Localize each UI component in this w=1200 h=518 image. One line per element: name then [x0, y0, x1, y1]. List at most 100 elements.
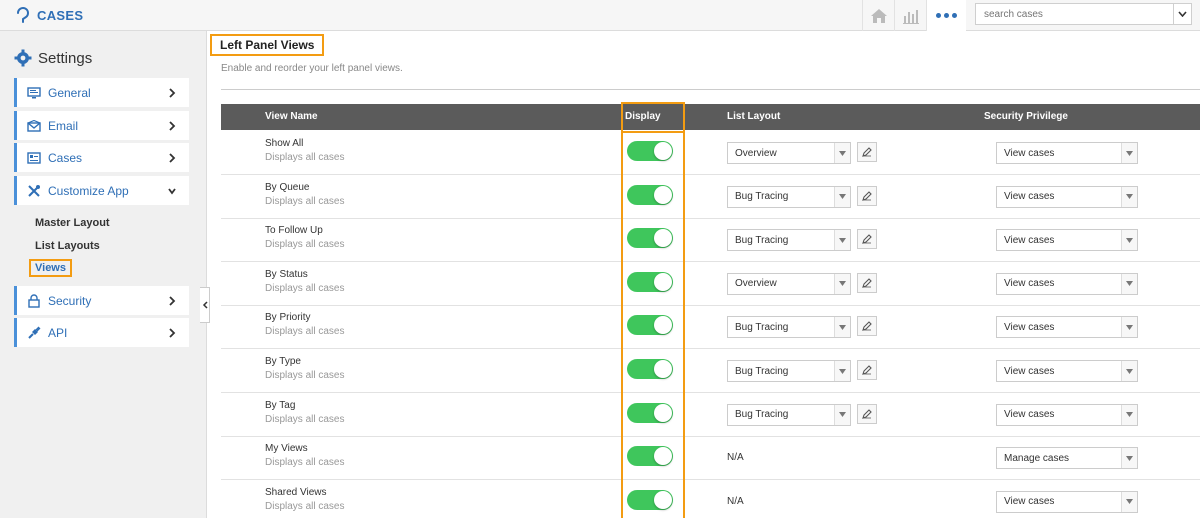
- security-privilege-value: View cases: [1004, 496, 1055, 508]
- list-layout-value: Overview: [735, 147, 777, 159]
- edit-layout-button[interactable]: [857, 229, 877, 250]
- list-layout-value: Overview: [735, 278, 777, 290]
- sidebar-item-general[interactable]: General: [14, 78, 189, 107]
- edit-layout-button[interactable]: [857, 360, 877, 380]
- dropdown-caret-icon: [1121, 317, 1137, 338]
- list-layout-select[interactable]: Bug Tracing: [727, 403, 851, 426]
- chevron-left-icon: [202, 301, 208, 309]
- display-column-highlight: [621, 131, 685, 518]
- security-privilege-select[interactable]: View cases: [996, 403, 1138, 426]
- pencil-icon: [862, 234, 872, 245]
- security-privilege-select[interactable]: View cases: [996, 229, 1138, 252]
- sidebar-item-label: General: [48, 85, 91, 100]
- security-privilege-value: View cases: [1004, 234, 1055, 246]
- view-name: My Views: [265, 443, 308, 455]
- view-description: Displays all cases: [265, 326, 345, 338]
- list-layout-value: Bug Tracing: [735, 365, 789, 377]
- search-dropdown-button[interactable]: [1173, 4, 1191, 24]
- chevron-down-icon: [1178, 11, 1187, 17]
- edit-layout-button[interactable]: [857, 272, 877, 293]
- dropdown-caret-icon: [1121, 273, 1137, 294]
- case-card-icon: [26, 151, 42, 165]
- sidebar-item-cases[interactable]: Cases: [14, 143, 189, 172]
- list-layout-na: N/A: [727, 452, 744, 464]
- bar-chart-icon: [902, 9, 919, 24]
- security-privilege-value: View cases: [1004, 409, 1055, 421]
- dropdown-caret-icon: [1121, 230, 1137, 251]
- dropdown-caret-icon: [834, 230, 850, 251]
- sidebar-item-email[interactable]: Email: [14, 111, 189, 140]
- table-row: By Tag Displays all cases Bug Tracing View …: [221, 393, 1200, 437]
- display-header-highlight: [621, 102, 685, 133]
- security-privilege-select[interactable]: View cases: [996, 272, 1138, 295]
- chevron-right-icon: [169, 120, 176, 131]
- more-button[interactable]: [926, 0, 966, 31]
- security-privilege-select[interactable]: View cases: [996, 185, 1138, 208]
- dropdown-caret-icon: [834, 273, 850, 294]
- sub-item-list-layouts[interactable]: List Layouts: [35, 240, 100, 252]
- view-description: Displays all cases: [265, 239, 345, 251]
- list-layout-select[interactable]: Overview: [727, 272, 851, 295]
- security-privilege-select[interactable]: View cases: [996, 316, 1138, 339]
- view-description: Displays all cases: [265, 500, 345, 512]
- pencil-icon: [862, 365, 872, 375]
- sub-item-views[interactable]: Views: [29, 259, 72, 277]
- sidebar-item-security[interactable]: Security: [14, 286, 189, 315]
- sidebar-item-label: API: [48, 325, 68, 340]
- collapse-sidebar-button[interactable]: [200, 287, 210, 323]
- dropdown-caret-icon: [1121, 404, 1137, 425]
- edit-layout-button[interactable]: [857, 185, 877, 206]
- chevron-right-icon: [169, 327, 176, 338]
- dropdown-caret-icon: [834, 317, 850, 338]
- view-name: By Status: [265, 268, 308, 280]
- pencil-icon: [862, 408, 872, 419]
- edit-layout-button[interactable]: [857, 403, 877, 424]
- sidebar-item-label: Email: [48, 118, 79, 133]
- top-bar: CASES: [0, 0, 1200, 31]
- more-dots-icon: [936, 13, 957, 18]
- view-description: Displays all cases: [265, 370, 345, 381]
- sub-item-master-layout[interactable]: Master Layout: [35, 217, 110, 229]
- list-layout-select[interactable]: Overview: [727, 142, 851, 164]
- page-title: Left Panel Views: [210, 34, 325, 56]
- security-privilege-select[interactable]: View cases: [996, 142, 1138, 164]
- security-privilege-value: View cases: [1004, 191, 1055, 203]
- view-description: Displays all cases: [265, 152, 345, 163]
- edit-layout-button[interactable]: [857, 142, 877, 162]
- view-name: By Type: [265, 356, 301, 367]
- sidebar-item-api[interactable]: API: [14, 318, 189, 347]
- table-header: View Name Display List Layout Security P…: [221, 104, 1200, 130]
- reports-button[interactable]: [894, 0, 926, 31]
- list-layout-select[interactable]: Bug Tracing: [727, 229, 851, 252]
- brand[interactable]: CASES: [15, 6, 83, 24]
- tools-icon: [26, 184, 42, 198]
- view-name: Show All: [265, 138, 304, 149]
- list-layout-value: Bug Tracing: [735, 409, 789, 421]
- dropdown-caret-icon: [1121, 448, 1137, 469]
- edit-layout-button[interactable]: [857, 316, 877, 337]
- security-privilege-value: Manage cases: [1004, 452, 1070, 464]
- dropdown-caret-icon: [1121, 361, 1137, 381]
- home-icon: [870, 8, 887, 23]
- security-privilege-select[interactable]: View cases: [996, 490, 1138, 513]
- dropdown-caret-icon: [1121, 143, 1137, 163]
- security-privilege-select[interactable]: Manage cases: [996, 447, 1138, 470]
- pencil-icon: [862, 147, 872, 157]
- list-layout-select[interactable]: Bug Tracing: [727, 185, 851, 208]
- table-row: By Status Displays all cases Overview View …: [221, 262, 1200, 306]
- security-privilege-select[interactable]: View cases: [996, 360, 1138, 382]
- list-layout-select[interactable]: Bug Tracing: [727, 360, 851, 382]
- search-box: [975, 3, 1192, 25]
- sidebar-item-customize-app[interactable]: Customize App: [14, 176, 189, 205]
- list-layout-value: Bug Tracing: [735, 191, 789, 203]
- view-description: Displays all cases: [265, 282, 345, 294]
- chevron-right-icon: [169, 295, 176, 306]
- dropdown-caret-icon: [834, 404, 850, 425]
- pencil-icon: [862, 190, 872, 201]
- list-layout-select[interactable]: Bug Tracing: [727, 316, 851, 339]
- view-description: Displays all cases: [265, 413, 345, 425]
- chevron-right-icon: [169, 152, 176, 163]
- search-input[interactable]: [976, 4, 1173, 24]
- home-button[interactable]: [862, 0, 894, 31]
- sidebar-item-label: Security: [48, 293, 92, 308]
